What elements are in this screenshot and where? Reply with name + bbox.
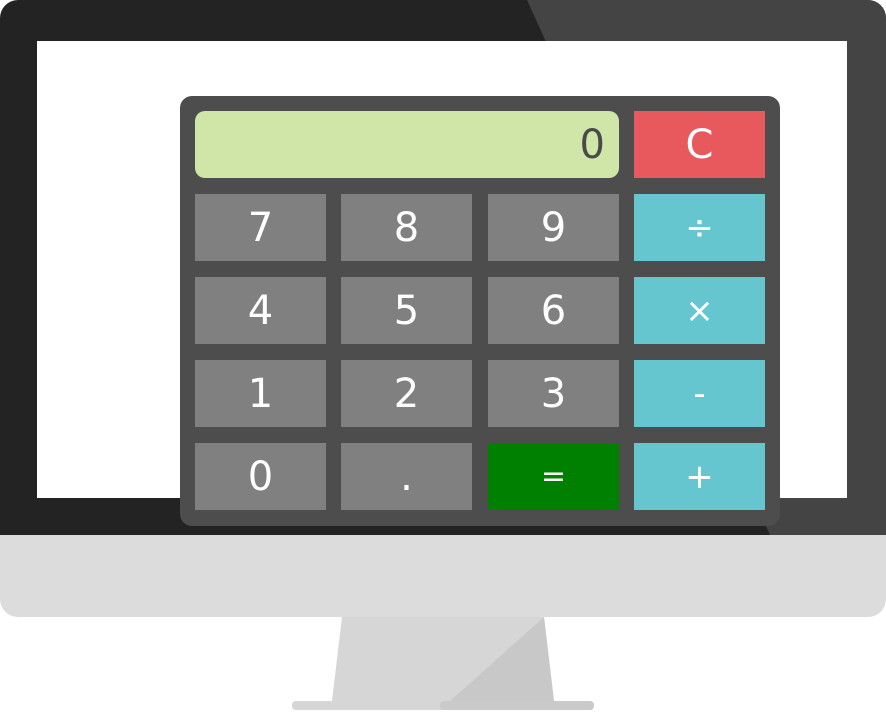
monitor-scene: 0 C 7 8 9 ÷ 4 5 6 × 1 2 3 - 0 . = + <box>0 0 886 713</box>
digit-4-button[interactable]: 4 <box>195 277 326 344</box>
digit-3-button[interactable]: 3 <box>488 360 619 427</box>
digit-2-button[interactable]: 2 <box>341 360 472 427</box>
digit-7-button[interactable]: 7 <box>195 194 326 261</box>
divide-button[interactable]: ÷ <box>634 194 765 261</box>
monitor-chin <box>0 535 886 617</box>
monitor-screen: 0 C 7 8 9 ÷ 4 5 6 × 1 2 3 - 0 . = + <box>37 41 847 526</box>
monitor-bezel: 0 C 7 8 9 ÷ 4 5 6 × 1 2 3 - 0 . = + <box>0 0 886 535</box>
digit-0-button[interactable]: 0 <box>195 443 326 510</box>
digit-5-button[interactable]: 5 <box>341 277 472 344</box>
calculator-display: 0 <box>195 111 619 178</box>
calculator: 0 C 7 8 9 ÷ 4 5 6 × 1 2 3 - 0 . = + <box>180 96 780 526</box>
digit-9-button[interactable]: 9 <box>488 194 619 261</box>
digit-8-button[interactable]: 8 <box>341 194 472 261</box>
digit-6-button[interactable]: 6 <box>488 277 619 344</box>
multiply-button[interactable]: × <box>634 277 765 344</box>
equals-button[interactable]: = <box>488 443 619 510</box>
digit-1-button[interactable]: 1 <box>195 360 326 427</box>
clear-button[interactable]: C <box>634 111 765 178</box>
subtract-button[interactable]: - <box>634 360 765 427</box>
monitor-stand <box>292 617 594 710</box>
decimal-button[interactable]: . <box>341 443 472 510</box>
display-value: 0 <box>579 121 605 168</box>
add-button[interactable]: + <box>634 443 765 510</box>
